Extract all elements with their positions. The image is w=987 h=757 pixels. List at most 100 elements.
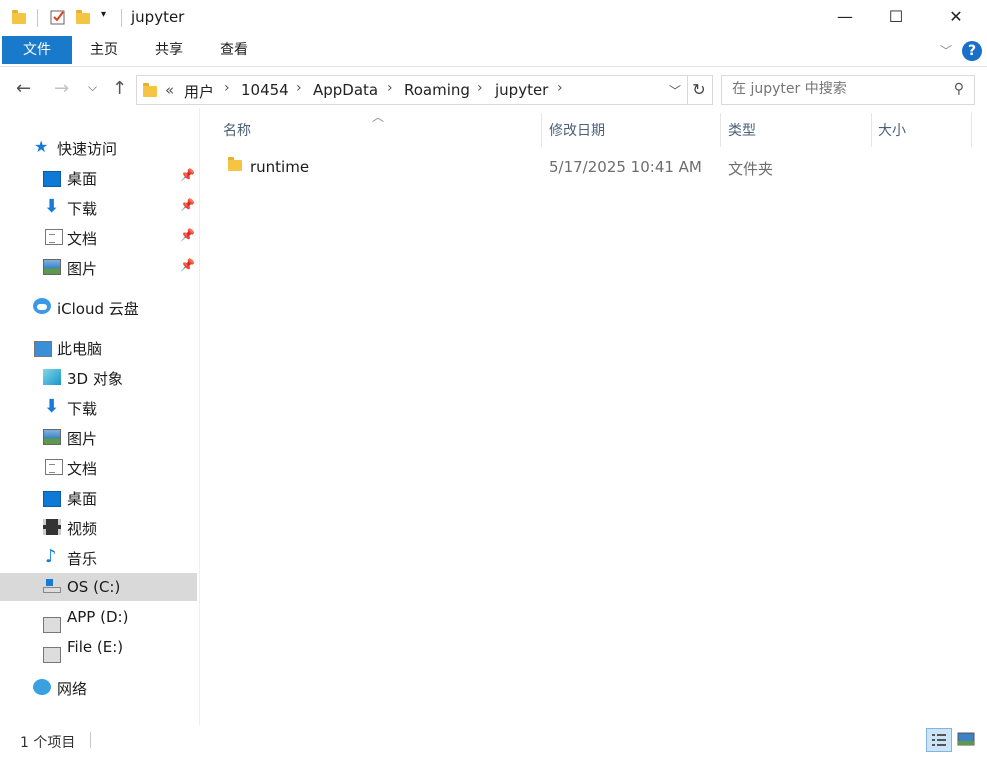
nav-item-drive-e[interactable]: File (E:) [0, 633, 197, 663]
music-note-icon: ♪ [45, 546, 57, 567]
nav-item-music[interactable]: ♪ 音乐 [0, 543, 197, 571]
column-header-type[interactable]: 类型 [728, 120, 756, 140]
tab-share[interactable]: 共享 [145, 36, 193, 64]
breadcrumb-separator[interactable]: › [296, 80, 302, 96]
pin-icon[interactable]: 📌 [180, 198, 195, 212]
breadcrumb-overflow[interactable]: « [165, 81, 174, 99]
nav-item-pictures-pc[interactable]: 图片 [0, 423, 197, 451]
folder-icon [143, 83, 157, 97]
cloud-icon [33, 298, 51, 314]
desktop-icon [43, 491, 61, 507]
refresh-button[interactable]: ↻ [686, 75, 713, 105]
breadcrumb-10454[interactable]: 10454 [241, 81, 289, 99]
new-folder-icon[interactable] [76, 9, 90, 25]
details-view-button[interactable] [926, 728, 952, 752]
nav-item-pictures[interactable]: 图片 📌 [0, 253, 197, 281]
up-button[interactable]: ↑ [112, 78, 127, 99]
title-bar: ▾ jupyter — ☐ ✕ [0, 0, 987, 36]
pin-icon[interactable]: 📌 [180, 168, 195, 182]
customize-toolbar-chevron-icon[interactable]: ▾ [101, 9, 115, 25]
nav-quick-access[interactable]: ★ 快速访问 [0, 133, 197, 161]
breadcrumb-users[interactable]: 用户 [184, 81, 214, 102]
download-arrow-icon: ⬇ [44, 196, 60, 217]
nav-label: 此电脑 [57, 340, 103, 358]
file-row[interactable]: runtime 5/17/2025 10:41 AM 文件夹 [220, 151, 970, 181]
details-view-icon [932, 734, 946, 746]
minimize-button[interactable]: — [822, 0, 868, 34]
nav-label: 视频 [67, 520, 98, 538]
nav-label: iCloud 云盘 [57, 300, 139, 318]
pin-icon[interactable]: 📌 [180, 258, 195, 272]
column-header-name[interactable]: 名称 [223, 120, 251, 140]
nav-label: 文档 [67, 230, 98, 248]
properties-icon[interactable] [50, 9, 65, 25]
file-name: runtime [250, 158, 310, 176]
nav-item-drive-c[interactable]: OS (C:) [0, 573, 197, 601]
breadcrumb-jupyter[interactable]: jupyter [495, 81, 548, 99]
maximize-button[interactable]: ☐ [873, 0, 919, 34]
sort-ascending-icon: ︿ [372, 110, 385, 124]
breadcrumb-appdata[interactable]: AppData [313, 81, 378, 99]
divider [37, 9, 38, 27]
nav-item-3d-objects[interactable]: 3D 对象 [0, 363, 197, 391]
nav-icloud[interactable]: iCloud 云盘 [0, 293, 197, 321]
drive-icon [43, 647, 61, 663]
nav-label: 网络 [57, 680, 88, 698]
address-bar[interactable]: « 用户 › 10454 › AppData › Roaming › jupyt… [136, 75, 688, 105]
nav-item-documents[interactable]: 文档 📌 [0, 223, 197, 251]
tab-view[interactable]: 查看 [210, 36, 258, 64]
cube-icon [43, 369, 61, 385]
column-header-date[interactable]: 修改日期 [549, 120, 605, 140]
search-input[interactable] [730, 80, 934, 98]
recent-locations-chevron-icon[interactable]: ⌵ [88, 80, 97, 95]
column-divider[interactable] [871, 113, 872, 147]
breadcrumb-separator[interactable]: › [224, 80, 230, 96]
nav-label: File (E:) [67, 638, 124, 656]
column-divider[interactable] [971, 113, 972, 147]
nav-item-downloads[interactable]: ⬇ 下载 📌 [0, 193, 197, 221]
nav-label: 图片 [67, 430, 98, 448]
nav-label: 下载 [67, 400, 98, 418]
nav-label: OS (C:) [67, 578, 121, 596]
help-icon[interactable]: ? [962, 41, 982, 61]
column-divider[interactable] [720, 113, 721, 147]
breadcrumb-roaming[interactable]: Roaming [404, 81, 470, 99]
nav-network[interactable]: 网络 [0, 673, 197, 701]
breadcrumb-separator[interactable]: › [557, 80, 563, 96]
nav-item-drive-d[interactable]: APP (D:) [0, 603, 197, 633]
computer-icon [34, 341, 52, 357]
tab-file[interactable]: 文件 [2, 36, 72, 64]
nav-label: 下载 [67, 200, 98, 218]
nav-item-desktop-pc[interactable]: 桌面 [0, 483, 197, 511]
back-button[interactable]: ← [16, 78, 31, 99]
nav-item-videos[interactable]: 视频 [0, 513, 197, 541]
breadcrumb-separator[interactable]: › [387, 80, 393, 96]
nav-item-downloads-pc[interactable]: ⬇ 下载 [0, 393, 197, 421]
nav-label: 桌面 [67, 170, 98, 188]
address-history-chevron-icon[interactable]: ﹀ [669, 82, 681, 99]
nav-label: 音乐 [67, 550, 98, 568]
expand-ribbon-chevron-icon[interactable]: ﹀ [940, 42, 952, 59]
search-icon[interactable]: ⚲ [954, 81, 964, 97]
folder-icon [228, 157, 242, 171]
breadcrumb-separator[interactable]: › [477, 80, 483, 96]
column-header-size[interactable]: 大小 [878, 120, 906, 140]
address-row: ← → ⌵ ↑ « 用户 › 10454 › AppData › Roaming… [0, 70, 987, 108]
file-type: 文件夹 [728, 160, 774, 178]
forward-button[interactable]: → [54, 78, 69, 99]
large-icons-view-button[interactable] [954, 728, 980, 752]
nav-item-documents-pc[interactable]: 文档 [0, 453, 197, 481]
nav-label: APP (D:) [67, 608, 129, 626]
ribbon-tabs: 文件 主页 共享 查看 ﹀ ? [0, 36, 987, 67]
nav-item-desktop[interactable]: 桌面 📌 [0, 163, 197, 191]
nav-this-pc[interactable]: 此电脑 [0, 333, 197, 361]
search-box[interactable]: ⚲ [721, 75, 975, 105]
tab-home[interactable]: 主页 [80, 36, 128, 64]
close-button[interactable]: ✕ [933, 0, 979, 34]
pin-icon[interactable]: 📌 [180, 228, 195, 242]
picture-icon [43, 259, 61, 275]
drive-icon [43, 617, 61, 633]
column-divider[interactable] [541, 113, 542, 147]
file-date: 5/17/2025 10:41 AM [549, 158, 702, 176]
file-list: ︿ 名称 修改日期 类型 大小 runtime 5/17/2025 10:41 … [200, 108, 987, 726]
